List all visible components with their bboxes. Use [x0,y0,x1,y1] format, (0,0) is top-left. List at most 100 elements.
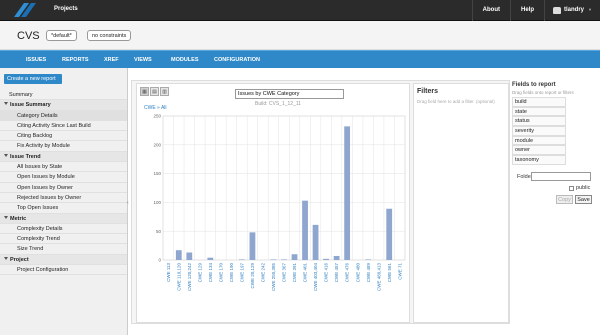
sidebar-item-open-issues-by-owner[interactable]: Open Issues by Owner [0,183,127,193]
sidebar-item-top-open-issues[interactable]: Top Open Issues [0,203,127,214]
sidebar-item-complexity-trend[interactable]: Complexity Trend [0,234,127,245]
series-legend[interactable]: CWE » All [144,105,167,111]
field-state[interactable]: state [512,106,566,117]
sidebar-item-project-configuration[interactable]: Project Configuration [0,265,127,276]
help-link[interactable]: Help [510,0,544,21]
x-tick-label[interactable]: CWE 197 [240,263,245,283]
x-tick-label[interactable]: CWE 134 [208,263,213,283]
app-logo[interactable] [14,3,36,17]
x-tick-label[interactable]: CWE 120,242 [187,263,192,292]
field-taxonomy[interactable]: taxonomy [512,155,566,165]
sidebar-item-label: All Issues by State [17,164,63,171]
bar[interactable] [207,257,214,260]
sidebar-item-size-trend[interactable]: Size Trend [0,244,127,255]
bar[interactable] [249,232,256,260]
filters-panel[interactable]: Filters Drag field here to add a filter.… [413,83,509,323]
x-tick-label[interactable]: CWE 457 [334,263,339,283]
sidebar-item-open-issues-by-module[interactable]: Open Issues by Module [0,172,127,183]
x-tick-label[interactable]: CWE 242 [261,263,266,283]
bar[interactable] [281,259,287,261]
x-tick-label[interactable]: CWE 391 [292,263,297,283]
x-tick-label[interactable]: CWE 71 [397,263,402,280]
x-tick-label[interactable]: CWE 119,120 [176,263,181,291]
constraints-selector[interactable]: no constraints [87,30,132,41]
y-tick-label: 100 [153,200,161,205]
sidebar-item-fix-activity-by-module[interactable]: Fix Activity by Module [0,141,127,152]
sidebar-group-project[interactable]: Project [0,254,127,266]
x-tick-label[interactable]: CWE 250,385 [271,263,276,292]
x-tick-label[interactable]: CWE 190 [229,263,234,283]
sidebar-collapse-handle[interactable]: ‹ [127,200,130,208]
field-status[interactable]: status [512,116,566,127]
folder-input[interactable] [531,172,591,181]
x-tick-label[interactable]: CWE 113 [166,263,171,282]
sidebar-item-rejected-issues-by-owner[interactable]: Rejected Issues by Owner [0,193,127,204]
x-tick-label[interactable]: CWE 561 [387,263,392,283]
user-menu[interactable]: tlandry ▼ [544,0,600,21]
bar[interactable] [365,259,372,261]
sidebar-item-citing-backlog[interactable]: Citing Backlog [0,131,127,142]
sidebar-item-citing-activity-since-last-build[interactable]: Citing Activity Since Last Build [0,121,127,132]
top-right-menu: About Help tlandry ▼ [471,0,600,21]
bar[interactable] [312,224,319,260]
create-report-button[interactable]: Create a new report [4,74,62,84]
x-tick-label[interactable]: CWE 20,129 [250,263,255,289]
bar[interactable] [323,258,329,260]
bar[interactable] [291,254,298,260]
project-header: CVS *default* no constraints [0,21,600,50]
stream-selector[interactable]: *default* [46,30,77,41]
x-tick-label[interactable]: CWE 403,404 [313,263,318,292]
sidebar-item-category-details[interactable]: Category Details [0,110,127,121]
bar[interactable] [386,208,393,260]
report-title-input[interactable] [235,89,344,99]
bar[interactable] [333,255,340,260]
x-tick-label[interactable]: CWE 367 [282,263,287,283]
x-tick-label[interactable]: CWE 476 [345,263,350,283]
sidebar-group-issue-summary[interactable]: Issue Summary [0,100,127,111]
expand-triangle-icon [4,256,8,260]
fields-hint: Drag fields onto report or filters [512,90,574,95]
bar-chart-icon[interactable]: ▦ [140,87,149,96]
tab-views[interactable]: VIEWS [134,57,152,63]
sidebar-item-label: Citing Backlog [17,133,53,140]
sidebar-item-label: Issue Summary [10,102,51,109]
x-tick-label[interactable]: CWE 401 [303,263,308,283]
field-module[interactable]: module [512,135,566,146]
chart-panel: ▦ ▤ ▥ Build: CVS_1_12_11 CWE » All 0 50 10… [136,83,410,323]
x-tick-label[interactable]: CWE 489,413 [376,263,381,292]
x-tick-label[interactable]: CWE 129 [197,263,202,283]
tab-modules[interactable]: MODULES [171,57,199,63]
tab-xref[interactable]: XREF [104,57,119,63]
save-button[interactable]: Save [575,195,592,204]
x-tick-label[interactable]: CWE 480 [355,263,360,283]
bar[interactable] [175,250,182,260]
sidebar-item-all-issues-by-state[interactable]: All Issues by State [0,162,127,173]
tab-configuration[interactable]: CONFIGURATION [214,57,260,63]
report-sidebar: Create a new report Summary Issue Summary… [0,68,128,335]
tab-issues[interactable]: ISSUES [26,57,46,63]
bar[interactable] [344,126,351,260]
field-owner[interactable]: owner [512,145,566,156]
x-tick-label[interactable]: CWE 416 [324,263,329,283]
field-severity[interactable]: severity [512,126,566,136]
tab-reports[interactable]: REPORTS [62,57,89,63]
x-tick-label[interactable]: CWE 489 [366,263,371,283]
field-build[interactable]: build [512,97,566,107]
bar[interactable] [239,259,245,261]
y-tick-label: 200 [153,142,161,147]
line-chart-icon[interactable]: ▤ [150,87,159,96]
sidebar-group-issue-trend[interactable]: Issue Trend [0,151,127,163]
sidebar-group-metric[interactable]: Metric [0,213,127,224]
projects-link[interactable]: Projects [54,6,78,12]
bar[interactable] [302,200,308,260]
copy-button[interactable]: Copy [556,195,573,204]
public-checkbox[interactable] [569,186,574,191]
bar[interactable] [186,252,193,260]
x-tick-label[interactable]: CWE 170 [218,263,223,283]
sidebar-item-summary[interactable]: Summary [0,90,127,101]
sidebar-item-complexity-details[interactable]: Complexity Details [0,224,127,235]
about-link[interactable]: About [471,0,510,21]
chart-type-buttons: ▦ ▤ ▥ [140,87,170,96]
bar[interactable] [270,259,277,261]
table-icon[interactable]: ▥ [160,87,169,96]
